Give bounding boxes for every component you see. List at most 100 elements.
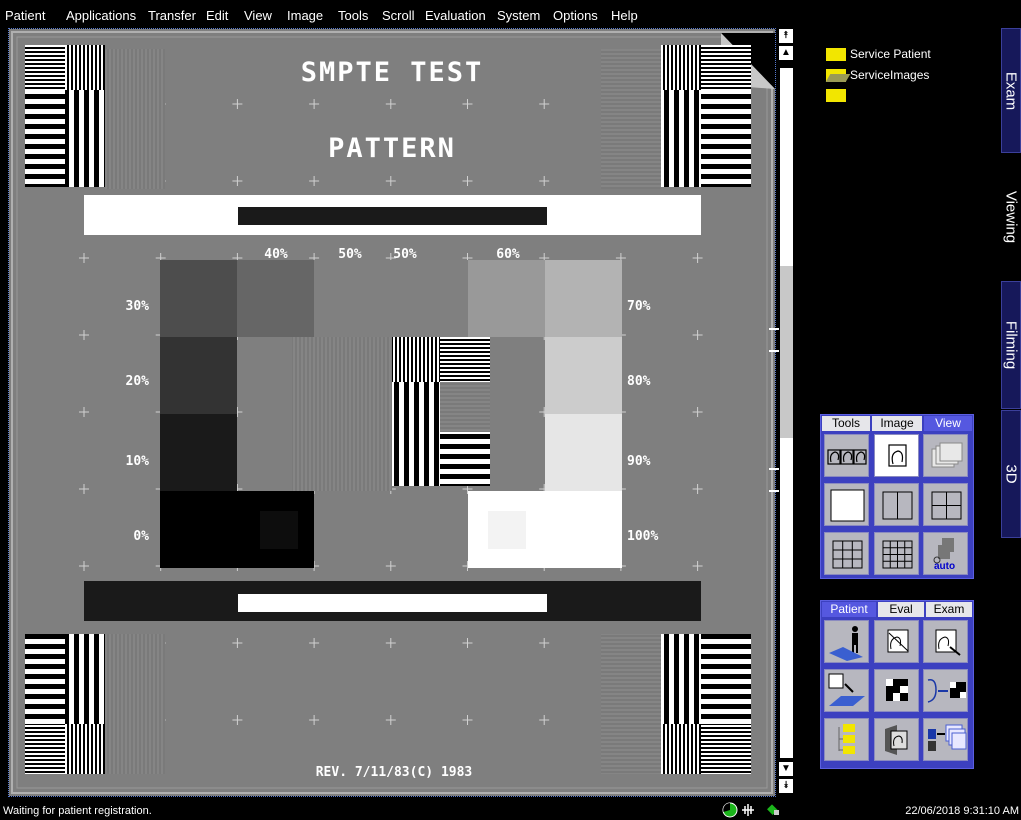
- arrow-down-icon: ▼: [781, 763, 791, 774]
- menu-transfer[interactable]: Transfer: [148, 8, 196, 23]
- menu-scroll[interactable]: Scroll: [382, 8, 415, 23]
- pct-label-60: 60%: [496, 247, 520, 262]
- image-viewport[interactable]: SMPTE TEST PATTERN 40% 50% 50% 60% 30% 2…: [8, 28, 776, 797]
- signal-icon: [742, 804, 754, 816]
- patient-figure-icon: [829, 626, 863, 661]
- pattern-title-line1: SMPTE TEST: [301, 57, 484, 88]
- send-to-series-icon: [928, 724, 967, 751]
- auto-label: auto: [934, 561, 956, 572]
- tree-item-service-patient[interactable]: Service Patient: [826, 47, 931, 63]
- scroll-up-button[interactable]: ▲: [779, 46, 793, 60]
- scroll-marker: [769, 350, 779, 352]
- menu-image[interactable]: Image: [287, 8, 323, 23]
- pct-label-100: 100%: [627, 529, 658, 544]
- pct-label-0: 0%: [133, 529, 149, 544]
- menu-applications[interactable]: Applications: [66, 8, 136, 23]
- layout-4x4-button[interactable]: [874, 532, 919, 575]
- pct-label-10: 10%: [126, 454, 150, 469]
- multi-view-button[interactable]: [824, 434, 869, 477]
- layout-1x1-button[interactable]: [824, 483, 869, 526]
- tab-filming[interactable]: Filming: [1001, 281, 1021, 409]
- status-datetime: 22/06/2018 9:31:10 AM: [905, 805, 1019, 817]
- pct-label-50b: 50%: [393, 247, 417, 262]
- scroll-thumb[interactable]: [780, 266, 793, 438]
- auto-layout-button[interactable]: auto: [923, 532, 968, 575]
- tab-exam-panel[interactable]: Exam: [926, 602, 972, 617]
- side-tabs: Exam Viewing Filming 3D: [1001, 28, 1021, 798]
- scroll-down-button[interactable]: ▼: [779, 762, 793, 776]
- menu-edit[interactable]: Edit: [206, 8, 228, 23]
- patient-register-button[interactable]: [824, 620, 869, 663]
- pct-label-70: 70%: [627, 299, 651, 314]
- view-tool-panel: Tools Image View auto: [820, 414, 974, 579]
- pct-label-30: 30%: [126, 299, 150, 314]
- send-to-series-button[interactable]: [923, 718, 968, 761]
- tab-3d-label: 3D: [1002, 464, 1020, 484]
- layout-1x1-icon: [830, 489, 865, 522]
- layout-3x3-button[interactable]: [824, 532, 869, 575]
- tab-patient[interactable]: Patient: [822, 602, 876, 617]
- load-to-folder-icon: [828, 673, 865, 706]
- status-message: Waiting for patient registration.: [3, 805, 152, 817]
- tab-tools[interactable]: Tools: [822, 416, 870, 431]
- checkerboard-button[interactable]: [874, 669, 919, 712]
- image-browse-button[interactable]: [923, 620, 968, 663]
- folder-icon: [826, 89, 846, 103]
- network-icon: [767, 804, 779, 815]
- tab-3d[interactable]: 3D: [1001, 410, 1021, 538]
- folder-tree-icon: [838, 724, 855, 754]
- status-icons: [722, 802, 779, 818]
- tree-item-service-images[interactable]: ServiceImages: [826, 68, 929, 84]
- image-search-icon: [887, 629, 909, 653]
- stacked-pages-icon: [931, 442, 963, 468]
- menu-view[interactable]: View: [244, 8, 272, 23]
- scroll-bottom-button[interactable]: ⯯: [779, 779, 793, 793]
- head-profile-icon: [888, 444, 907, 467]
- tree-item-folder[interactable]: [826, 88, 850, 104]
- tab-viewing[interactable]: Viewing: [1001, 154, 1021, 280]
- pattern-revision-text: REV. 7/11/83(C) 1983: [316, 765, 473, 780]
- menu-tools[interactable]: Tools: [338, 8, 368, 23]
- pct-label-90: 90%: [627, 454, 651, 469]
- stack-view-button[interactable]: [923, 434, 968, 477]
- menu-evaluation[interactable]: Evaluation: [425, 8, 486, 23]
- double-arrow-up-icon: ⯭: [783, 30, 789, 41]
- layout-2x2-icon: [931, 491, 962, 520]
- scroll-marker: [769, 468, 779, 470]
- scroll-top-button[interactable]: ⯭: [779, 29, 793, 43]
- checkerboard-icon: [886, 679, 908, 701]
- folder-tree-button[interactable]: [824, 718, 869, 761]
- load-to-folder-button[interactable]: [824, 669, 869, 712]
- transfer-to-grid-button[interactable]: [923, 669, 968, 712]
- layout-4x4-icon: [882, 540, 913, 569]
- film-head-icon: [885, 725, 908, 755]
- image-search-button[interactable]: [874, 620, 919, 663]
- layout-1x2-icon: [882, 491, 913, 520]
- tree-item-label: ServiceImages: [850, 68, 930, 82]
- pct-label-40: 40%: [264, 247, 288, 262]
- film-view-button[interactable]: [874, 718, 919, 761]
- pct-label-80: 80%: [627, 374, 651, 389]
- scroll-marker: [769, 490, 779, 492]
- tab-exam[interactable]: Exam: [1001, 28, 1021, 153]
- menu-system[interactable]: System: [497, 8, 540, 23]
- tab-view[interactable]: View: [924, 416, 972, 431]
- folder-icon: [826, 48, 846, 62]
- tab-image[interactable]: Image: [872, 416, 922, 431]
- menu-patient[interactable]: Patient: [5, 8, 45, 23]
- menu-options[interactable]: Options: [553, 8, 598, 23]
- single-image-button[interactable]: [874, 434, 919, 477]
- transfer-to-grid-icon: [927, 678, 966, 703]
- layout-2x2-button[interactable]: [923, 483, 968, 526]
- head-profiles-icon: [827, 449, 867, 465]
- menu-help[interactable]: Help: [611, 8, 638, 23]
- arrow-up-icon: ▲: [781, 47, 791, 58]
- smpte-test-pattern-image: SMPTE TEST PATTERN 40% 50% 50% 60% 30% 2…: [9, 29, 775, 796]
- tab-eval[interactable]: Eval: [878, 602, 924, 617]
- pie-clock-icon: [722, 802, 738, 818]
- layout-3x3-icon: [832, 540, 863, 569]
- patient-tool-panel: Patient Eval Exam: [820, 600, 974, 769]
- vertical-scrollbar[interactable]: ⯭ ▲ ▼ ⯯: [769, 28, 795, 797]
- layout-1x2-button[interactable]: [874, 483, 919, 526]
- tab-exam-label: Exam: [1002, 71, 1020, 110]
